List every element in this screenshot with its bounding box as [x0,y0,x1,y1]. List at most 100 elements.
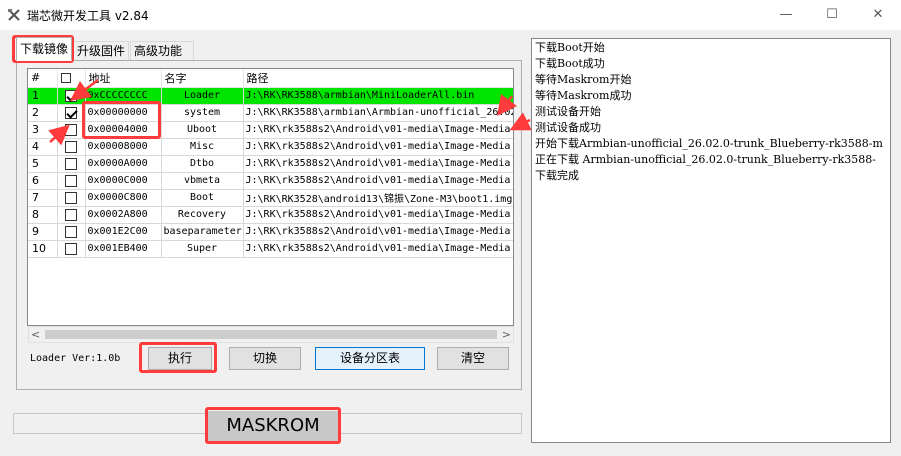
row-number-cell[interactable]: 3 [28,121,58,139]
log-line: 测试设备开始 [535,105,601,118]
row-name-cell[interactable]: Loader [161,87,244,105]
row-name-cell[interactable]: Recovery [161,206,244,224]
row-address-cell[interactable]: 0x001EB400 [85,240,162,258]
minimize-button[interactable]: — [763,0,809,30]
row-checkbox-cell[interactable] [57,87,86,105]
row-path-cell[interactable]: J:\RK\RK3528\android13\锦振\Zone-M3\boot1.… [243,189,513,207]
window-title: 瑞芯微开发工具 v2.84 [27,9,149,23]
row-address-cell[interactable]: 0x0000C000 [85,172,162,190]
row-address-cell[interactable]: 0x001E2C00 [85,223,162,241]
table-row[interactable]: 5 0x0000A000 Dtbo J:\RK\rk3588s2\Android\v0… [28,155,513,173]
row-checkbox-cell[interactable] [57,104,86,122]
row-number-cell[interactable]: 10 [28,240,58,258]
table-row[interactable]: 10 0x001EB400 Super J:\RK\rk3588s2\Android\… [28,240,513,258]
row-address-cell[interactable]: 0x0002A800 [85,206,162,224]
title-bar: 瑞芯微开发工具 v2.84 — ☐ ✕ [0,0,901,30]
row-checkbox[interactable] [65,242,77,255]
row-path-cell[interactable]: J:\RK\rk3588s2\Android\v01-media\Image-M… [243,138,513,156]
row-path-cell[interactable]: J:\RK\rk3588s2\Android\v01-media\Image-M… [243,223,513,241]
table-row[interactable]: 9 0x001E2C00 baseparameter J:\RK\rk3588s2\A… [28,223,513,241]
log-output[interactable]: 下载Boot开始 下载Boot成功等待Maskrom开始 等待Maskrom成功 测试… [531,38,891,443]
row-checkbox[interactable] [65,191,77,204]
close-button[interactable]: ✕ [855,0,901,30]
col-header-address[interactable]: 地址 [85,69,162,88]
row-checkbox[interactable] [65,208,77,221]
log-line: 开始下载Armbian-unofficial_26.02.0-trunk_Blu… [535,137,883,150]
row-checkbox-cell[interactable] [57,138,86,156]
row-number-cell[interactable]: 6 [28,172,58,190]
status-box-right [340,413,522,434]
table-row[interactable]: 4 0x00008000 Misc J:\RK\rk3588s2\Android\v0… [28,138,513,156]
loader-version-label: Loader Ver:1.0b [30,353,121,364]
row-address-cell[interactable]: 0x00008000 [85,138,162,156]
row-checkbox-cell[interactable] [57,206,86,224]
scroll-left-arrow[interactable]: < [31,327,40,342]
row-name-cell[interactable]: Boot [161,189,244,207]
highlight-execute-button [139,342,217,373]
row-number-cell[interactable]: 9 [28,223,58,241]
row-checkbox-cell[interactable] [57,155,86,173]
scroll-thumb[interactable] [45,330,497,339]
clear-button[interactable]: 清空 [437,347,509,370]
switch-button[interactable]: 切换 [229,347,301,370]
row-checkbox-cell[interactable] [57,121,86,139]
maximize-button[interactable]: ☐ [809,0,855,30]
log-line: 等待Maskrom成功 [535,89,632,102]
row-checkbox-cell[interactable] [57,240,86,258]
log-line: 下载完成 [535,169,579,182]
row-name-cell[interactable]: Super [161,240,244,258]
row-path-cell[interactable]: J:\RK\rk3588s2\Android\v01-media\Image-M… [243,155,513,173]
row-name-cell[interactable]: Dtbo [161,155,244,173]
grid-horizontal-scrollbar[interactable]: < > [28,326,514,343]
row-address-cell[interactable]: 0x0000A000 [85,155,162,173]
row-checkbox[interactable] [65,89,77,102]
log-line: 测试设备成功 [535,121,601,134]
row-checkbox-cell[interactable] [57,223,86,241]
row-checkbox-cell[interactable] [57,189,86,207]
tab-upgrade-firmware[interactable]: 升级固件 [73,41,129,61]
row-path-cell[interactable]: J:\RK\rk3588s2\Android\v01-media\Image-M… [243,240,513,258]
row-checkbox[interactable] [65,123,77,136]
row-path-cell[interactable]: J:\RK\rk3588s2\Android\v01-media\Image-M… [243,172,513,190]
highlight-address-cells [82,101,161,139]
row-path-cell[interactable]: J:\RK\rk3588s2\Android\v01-media\Image-M… [243,206,513,224]
row-name-cell[interactable]: vbmeta [161,172,244,190]
row-number-cell[interactable]: 4 [28,138,58,156]
tab-advanced[interactable]: 高级功能 [130,41,194,61]
table-row[interactable]: 8 0x0002A800 Recovery J:\RK\rk3588s2\Androi… [28,206,513,224]
row-checkbox[interactable] [65,106,77,119]
table-row[interactable]: 7 0x0000C800 Boot J:\RK\RK3528\android13\锦振… [28,189,513,207]
row-path-cell[interactable]: J:\RK\rk3588s2\Android\v01-media\Image-M… [243,121,513,139]
log-line: 等待Maskrom开始 [535,73,632,86]
col-header-path[interactable]: 路径 [243,69,513,88]
select-all-checkbox[interactable] [60,73,71,84]
log-line: 下载Boot成功 [535,57,605,70]
row-number-cell[interactable]: 1 [28,87,58,105]
row-checkbox[interactable] [65,140,77,153]
log-line: 下载Boot开始 [535,41,605,54]
row-checkbox[interactable] [65,157,77,170]
row-number-cell[interactable]: 5 [28,155,58,173]
row-checkbox[interactable] [65,174,77,187]
row-name-cell[interactable]: baseparameter [161,223,244,241]
highlight-maskrom-status [205,407,341,444]
row-path-cell[interactable]: J:\RK\RK3588\armbian\Armbian-unofficial_… [243,104,513,122]
tab-download-image[interactable]: 下载镜像 [16,37,72,61]
row-number-cell[interactable]: 8 [28,206,58,224]
table-row[interactable]: 6 0x0000C000 vbmeta J:\RK\rk3588s2\Android\… [28,172,513,190]
row-address-cell[interactable]: 0x0000C800 [85,189,162,207]
log-line: 正在下载 Armbian-unofficial_26.02.0-trunk_Bl… [535,153,876,166]
row-name-cell[interactable]: Uboot [161,121,244,139]
row-path-cell[interactable]: J:\RK\RK3588\armbian\MiniLoaderAll.bin [243,87,513,105]
row-number-cell[interactable]: 7 [28,189,58,207]
partition-table-button[interactable]: 设备分区表 [315,347,425,370]
row-number-cell[interactable]: 2 [28,104,58,122]
row-name-cell[interactable]: system [161,104,244,122]
row-checkbox[interactable] [65,225,77,238]
col-header-number[interactable]: # [28,69,58,88]
col-header-select-all[interactable] [57,69,86,88]
scroll-right-arrow[interactable]: > [502,327,511,342]
col-header-name[interactable]: 名字 [161,69,244,88]
row-name-cell[interactable]: Misc [161,138,244,156]
row-checkbox-cell[interactable] [57,172,86,190]
